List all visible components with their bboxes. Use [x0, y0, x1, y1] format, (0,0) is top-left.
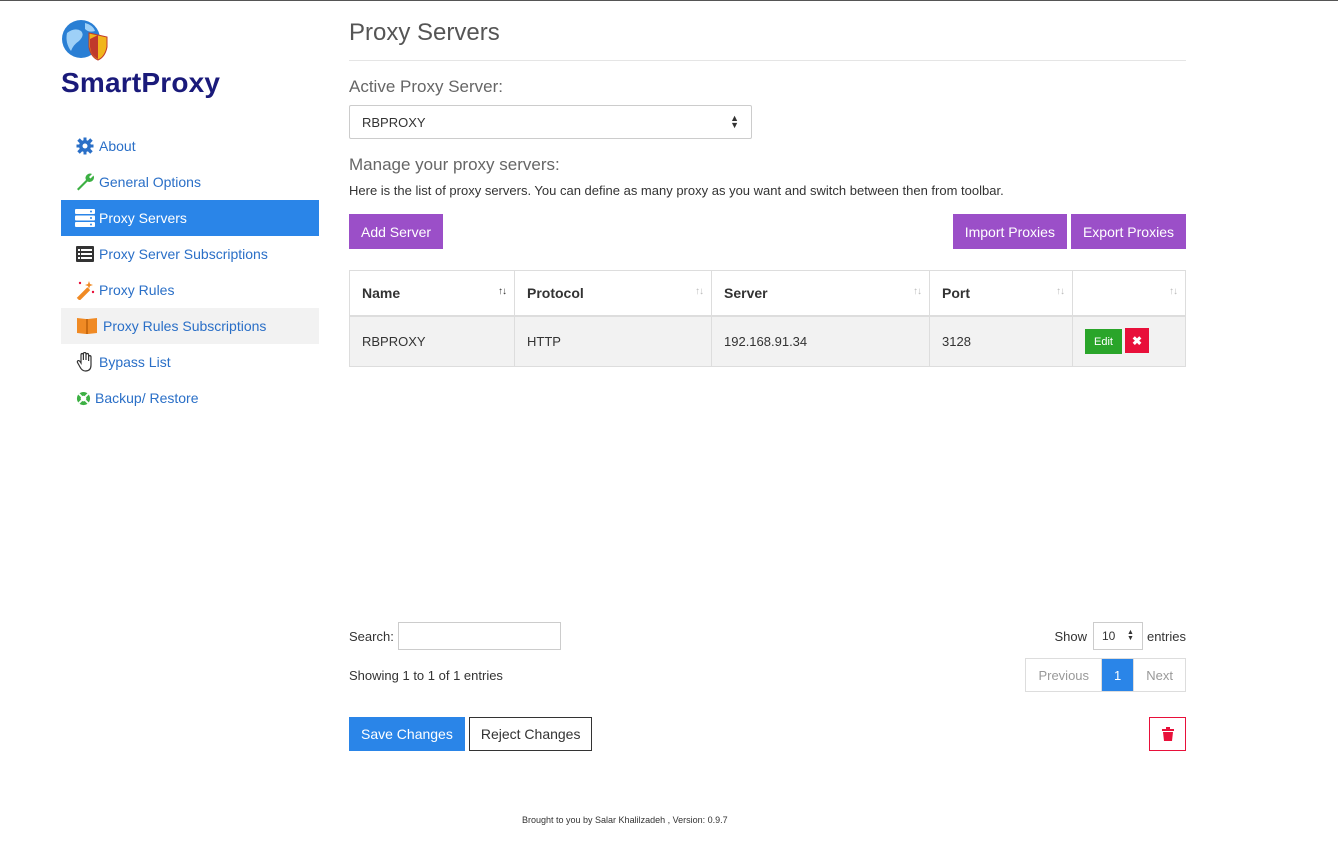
sidebar-item-label: Backup/ Restore [95, 390, 199, 406]
sidebar-item-label: Proxy Servers [99, 210, 187, 226]
sidebar-item-about[interactable]: About [61, 128, 319, 164]
save-changes-button[interactable]: Save Changes [349, 717, 465, 751]
column-header-name[interactable]: Name ↑↓ [349, 270, 515, 317]
pagination: Previous 1 Next [1025, 658, 1186, 692]
sidebar-item-label: Proxy Rules [99, 282, 175, 298]
table-info: Showing 1 to 1 of 1 entries [349, 667, 503, 683]
description: Here is the list of proxy servers. You c… [349, 183, 1004, 198]
column-header-label: Protocol [527, 284, 584, 301]
select-arrows-icon: ▲ ▼ [730, 113, 739, 130]
sidebar-item-proxy-rules[interactable]: Proxy Rules [61, 272, 319, 308]
page-1-button[interactable]: 1 [1102, 659, 1134, 691]
table-controls: Search: Show 10 ▲ ▼ entries Showing 1 to … [349, 621, 1186, 751]
column-header-label: Port [942, 284, 970, 301]
entries-label: entries [1146, 628, 1186, 644]
page-length-select[interactable]: 10 ▲ ▼ [1092, 622, 1143, 650]
main-content: Proxy Servers Active Proxy Server: RBPRO… [349, 19, 1186, 367]
gear-icon [75, 136, 95, 156]
cell-protocol: HTTP [514, 315, 712, 367]
add-server-button[interactable]: Add Server [349, 214, 444, 249]
column-header-actions[interactable]: ↑↓ [1072, 270, 1186, 317]
table-row: RBPROXY HTTP 192.168.91.34 3128 Edit ✖ [349, 315, 1186, 367]
book-icon [75, 316, 99, 336]
column-header-label: Server [724, 284, 768, 301]
sidebar-item-label: General Options [99, 174, 201, 190]
sidebar-item-label: About [99, 138, 136, 154]
column-header-server[interactable]: Server ↑↓ [711, 270, 930, 317]
search-label: Search: [349, 628, 394, 644]
delete-all-button[interactable] [1149, 717, 1186, 751]
sidebar-item-label: Bypass List [99, 354, 171, 370]
import-export-group: Import Proxies Export Proxies [952, 214, 1186, 249]
sidebar-item-proxy-server-subscriptions[interactable]: Proxy Server Subscriptions [61, 236, 319, 272]
cell-port: 3128 [929, 315, 1073, 367]
cell-name: RBPROXY [349, 315, 515, 367]
cell-actions: Edit ✖ [1072, 315, 1186, 367]
list-icon [75, 244, 95, 264]
sidebar-item-general-options[interactable]: General Options [61, 164, 319, 200]
proxy-servers-table: Name ↑↓ Protocol ↑↓ Server ↑↓ Port ↑↓ ↑↓ RBP… [349, 270, 1186, 367]
cell-server: 192.168.91.34 [711, 315, 930, 367]
sort-icon: ↑↓ [1169, 286, 1178, 297]
column-header-protocol[interactable]: Protocol ↑↓ [514, 270, 712, 317]
active-proxy-value: RBPROXY [362, 114, 426, 130]
sort-icon: ↑↓ [1056, 286, 1065, 297]
brand-name: SmartProxy [61, 67, 221, 98]
export-proxies-button[interactable]: Export Proxies [1070, 214, 1186, 249]
reject-changes-button[interactable]: Reject Changes [468, 717, 593, 751]
search-area: Search: [349, 622, 561, 650]
wrench-icon [75, 172, 95, 192]
sort-icon: ↑↓ [695, 286, 704, 297]
delete-row-button[interactable]: ✖ [1125, 328, 1149, 354]
sort-icon: ↑↓ [913, 286, 922, 297]
manage-proxy-label: Manage your proxy servers: [349, 155, 560, 174]
select-arrows-icon: ▲ ▼ [1127, 629, 1134, 642]
footer-credits: Brought to you by Salar Khalilzadeh , Ve… [522, 815, 728, 825]
column-header-port[interactable]: Port ↑↓ [929, 270, 1073, 317]
column-header-label: Name [362, 284, 401, 301]
sidebar-item-proxy-rules-subscriptions[interactable]: Proxy Rules Subscriptions [61, 308, 319, 344]
active-proxy-select[interactable]: RBPROXY ▲ ▼ [349, 105, 752, 139]
sidebar-nav: About General Options Proxy Servers Prox… [61, 128, 319, 416]
sidebar-item-backup-restore[interactable]: Backup/ Restore [61, 380, 319, 416]
page-length-control: Show 10 ▲ ▼ entries [1054, 622, 1186, 650]
toolbar: Add Server Import Proxies Export Proxies [349, 214, 1186, 249]
show-label: Show [1054, 628, 1087, 644]
next-page-button[interactable]: Next [1133, 659, 1185, 691]
previous-page-button[interactable]: Previous [1026, 659, 1103, 691]
magic-wand-icon [75, 280, 95, 300]
globe-shield-icon [62, 20, 108, 61]
page-length-value: 10 [1101, 629, 1116, 643]
sort-ascending-icon: ↑↓ [498, 286, 507, 297]
sidebar-item-label: Proxy Rules Subscriptions [103, 318, 267, 334]
sidebar-item-proxy-servers[interactable]: Proxy Servers [61, 200, 319, 236]
search-input[interactable] [397, 622, 561, 650]
sidebar-item-bypass-list[interactable]: Bypass List [61, 344, 319, 380]
hand-icon [75, 352, 95, 372]
server-icon [75, 208, 95, 228]
active-proxy-label: Active Proxy Server: [349, 77, 503, 96]
life-ring-icon [75, 388, 91, 408]
sidebar: SmartProxy About General Options Proxy S… [61, 19, 319, 416]
page-title: Proxy Servers [349, 19, 1186, 61]
import-proxies-button[interactable]: Import Proxies [952, 214, 1067, 249]
sidebar-item-label: Proxy Server Subscriptions [99, 246, 268, 262]
trash-icon [1161, 727, 1174, 741]
logo: SmartProxy [61, 19, 319, 99]
edit-button[interactable]: Edit [1085, 329, 1122, 355]
